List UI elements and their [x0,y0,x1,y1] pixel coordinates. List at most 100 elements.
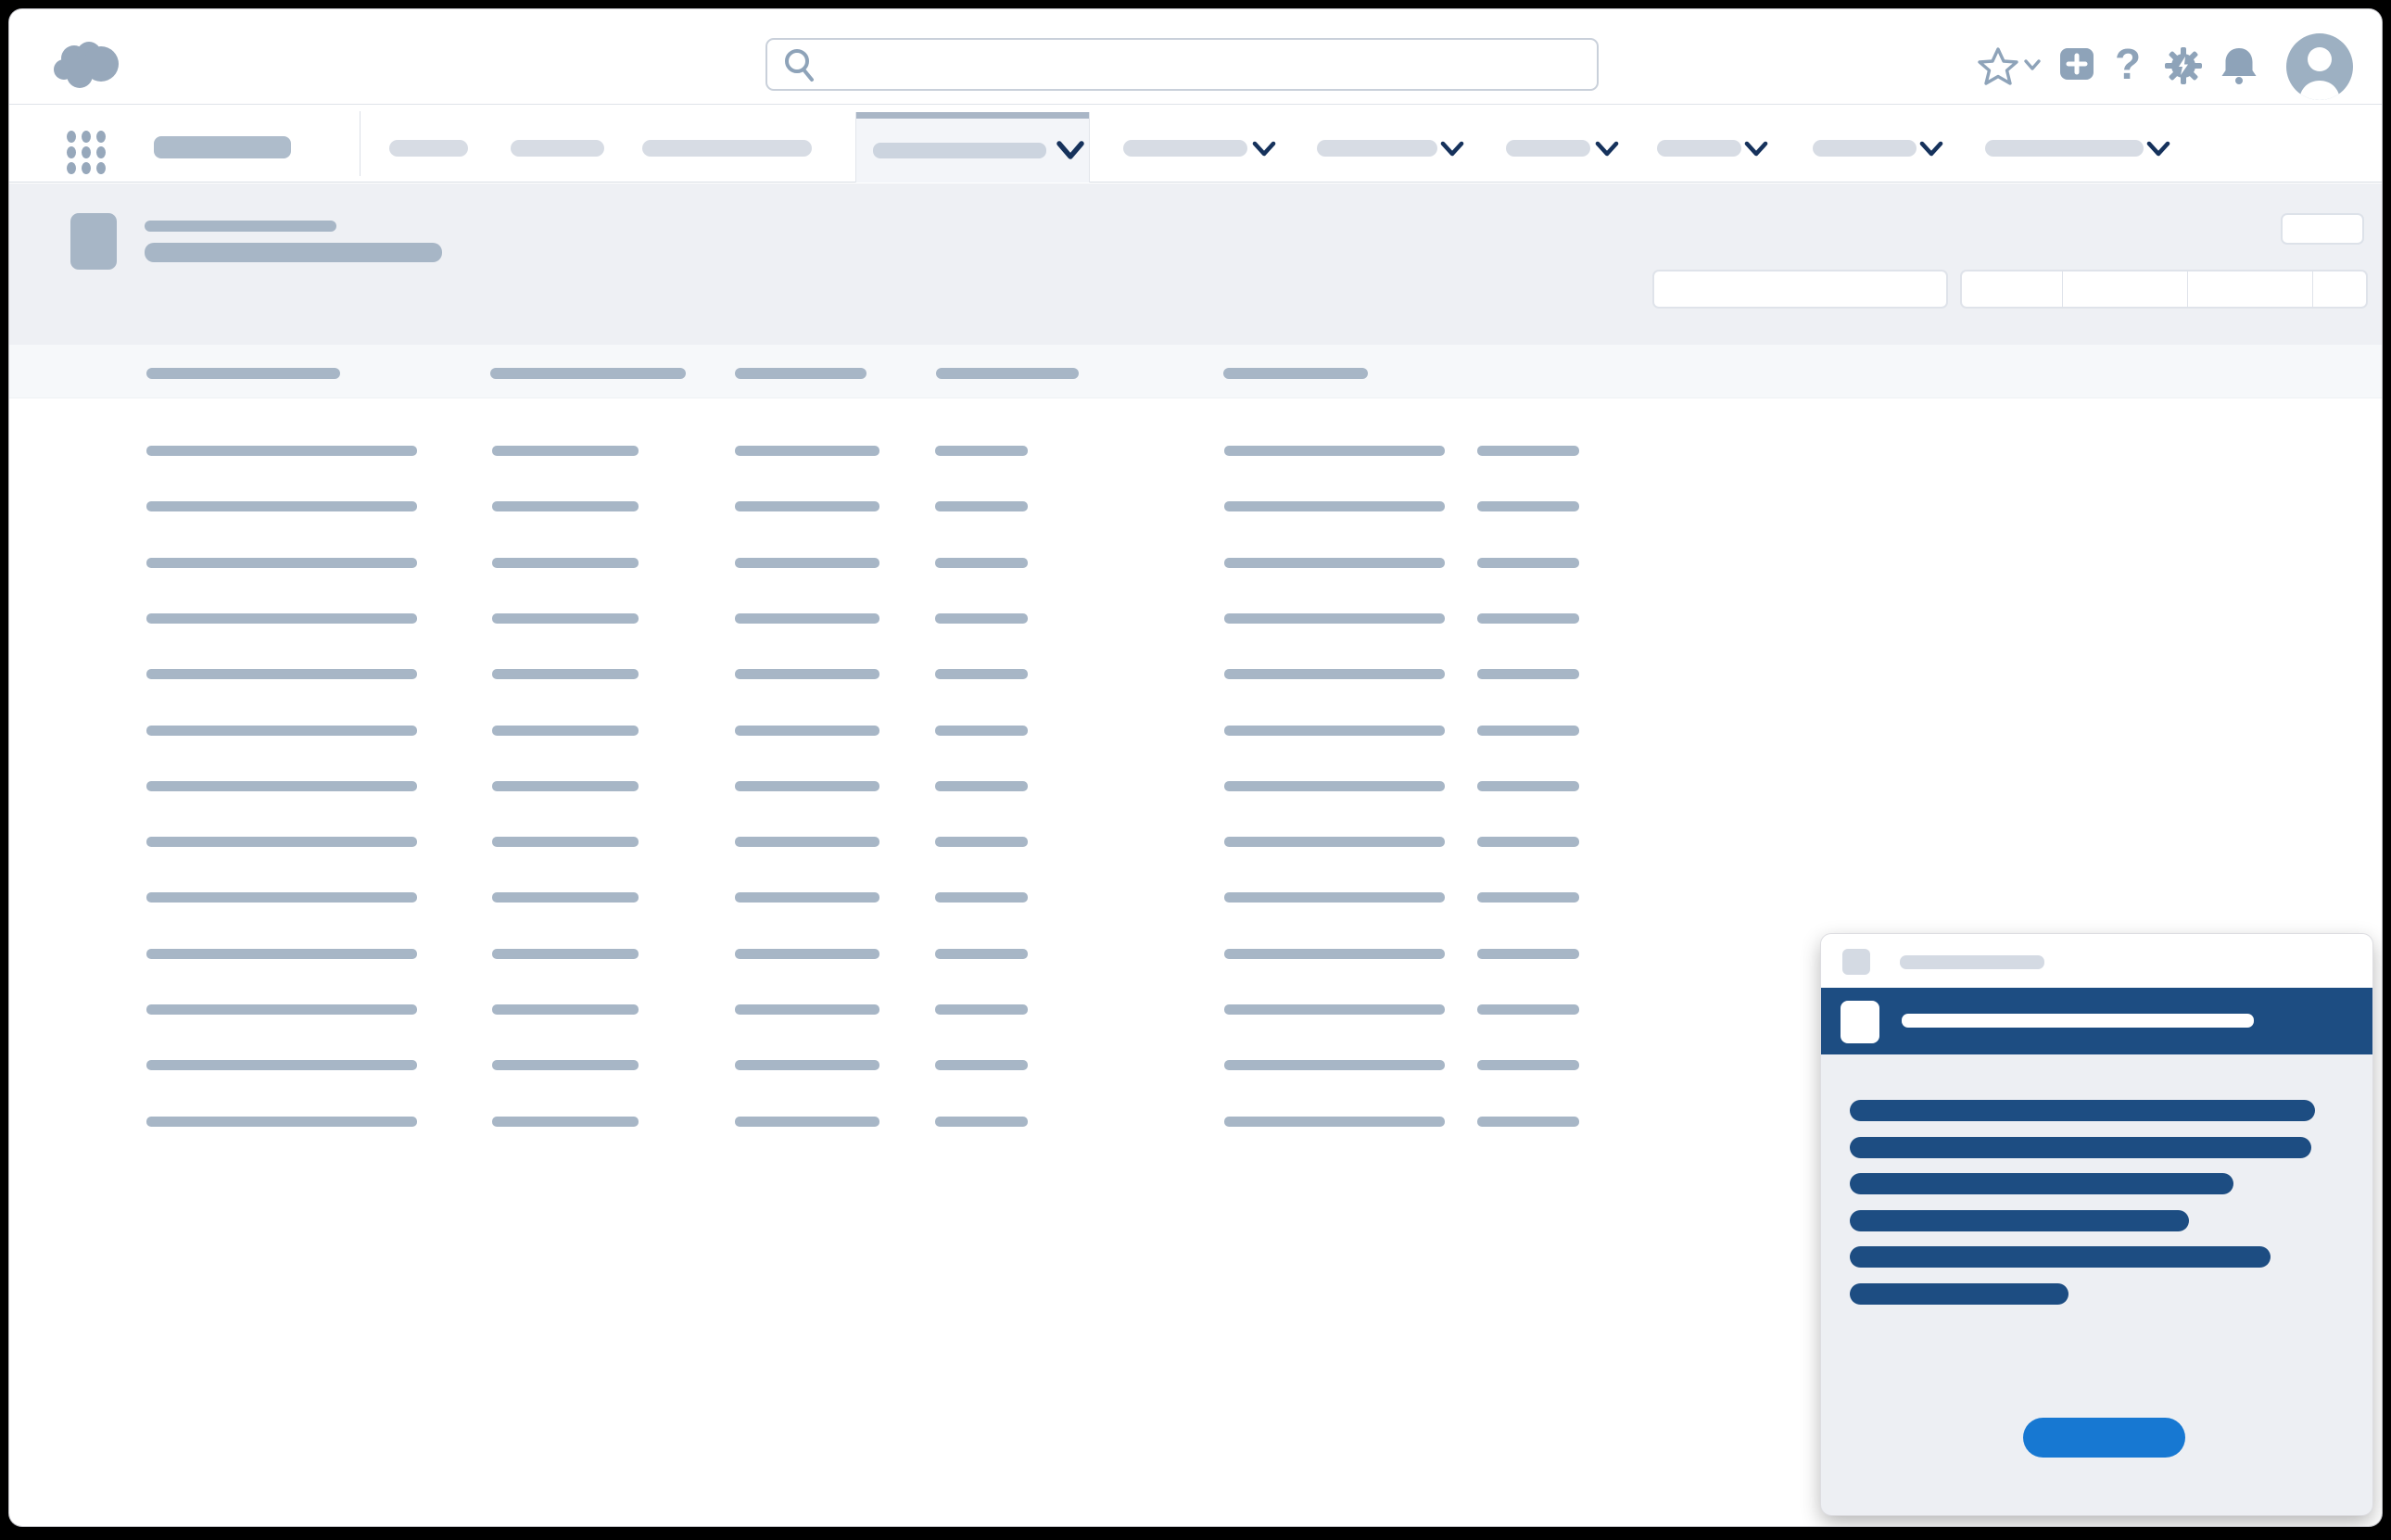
cell-placeholder [935,781,1028,791]
nav-tab-active[interactable] [855,112,1090,183]
cell-placeholder [735,949,879,959]
cell-placeholder [1477,1004,1579,1015]
app-launcher-icon[interactable] [67,131,108,173]
cell-placeholder [1224,669,1445,679]
active-tab-label-placeholder [873,143,1046,158]
user-avatar[interactable] [2286,33,2353,100]
walkthrough-popup [1821,934,2372,1515]
chevron-down-icon[interactable] [1056,141,1084,161]
nav-tab-placeholder[interactable] [511,140,604,157]
cell-placeholder [492,669,639,679]
cell-placeholder [1224,1060,1445,1070]
chevron-down-icon[interactable] [1919,141,1943,158]
favorites-star-icon[interactable] [1978,46,2044,87]
entity-icon-placeholder [70,213,117,270]
cell-placeholder [492,1060,639,1070]
chevron-down-icon[interactable] [1595,141,1619,158]
search-icon [782,47,819,84]
cell-placeholder [146,669,417,679]
global-search-input[interactable] [825,44,1585,85]
cell-placeholder [935,892,1028,903]
cell-placeholder [935,1060,1028,1070]
popup-header-icon-placeholder [1842,949,1870,975]
cell-placeholder [1477,1117,1579,1127]
popup-banner-icon-placeholder [1841,1001,1879,1043]
cell-placeholder [935,949,1028,959]
popup-header [1821,934,2372,988]
cell-placeholder [146,949,417,959]
chevron-down-icon[interactable] [1252,141,1276,158]
notifications-bell-icon[interactable] [2220,46,2258,85]
popup-banner-title-placeholder [1902,1014,2254,1028]
cell-placeholder [935,726,1028,736]
active-tab-accent [856,112,1089,119]
cell-placeholder [1477,446,1579,456]
header-action-button[interactable] [2281,213,2364,245]
page-header [9,183,2382,345]
popup-banner [1821,988,2372,1054]
nav-tab-label-placeholder [1506,140,1590,157]
list-search-input[interactable] [1654,271,1946,307]
cell-placeholder [1224,892,1445,903]
cell-placeholder [935,1117,1028,1127]
cell-placeholder [1477,726,1579,736]
cell-placeholder [146,726,417,736]
list-search-box [1652,270,1948,309]
popup-text-placeholder [1850,1283,2068,1305]
cell-placeholder [1224,1004,1445,1015]
cell-placeholder [146,558,417,568]
cell-placeholder [735,558,879,568]
quick-add-icon[interactable] [2059,47,2094,81]
chevron-down-icon[interactable] [1744,141,1768,158]
list-view-controls-button-group [1960,270,2368,309]
cell-placeholder [146,837,417,847]
popup-text-placeholder [1850,1210,2189,1231]
cell-placeholder [1224,501,1445,511]
nav-tab-placeholder[interactable] [389,140,468,157]
list-control-button[interactable] [2313,271,2366,307]
chevron-down-icon[interactable] [1440,141,1464,158]
cell-placeholder [492,446,639,456]
cell-placeholder [1224,613,1445,624]
cell-placeholder [146,501,417,511]
list-control-button[interactable] [2063,271,2188,307]
cell-placeholder [735,726,879,736]
setup-gear-icon[interactable] [2165,47,2202,84]
popup-text-placeholder [1850,1137,2311,1158]
cell-placeholder [1224,781,1445,791]
cell-placeholder [146,781,417,791]
list-control-button[interactable] [2188,271,2313,307]
cell-placeholder [735,892,879,903]
cell-placeholder [1477,669,1579,679]
cell-placeholder [1477,613,1579,624]
nav-tab-label-placeholder [1317,140,1437,157]
nav-tab-label-placeholder [1123,140,1247,157]
popup-header-title-placeholder [1900,955,2044,969]
column-header-placeholder [735,368,867,379]
cell-placeholder [935,1004,1028,1015]
list-control-button[interactable] [1962,271,2063,307]
cell-placeholder [935,501,1028,511]
cell-placeholder [1477,837,1579,847]
cell-placeholder [735,446,879,456]
cell-placeholder [1224,726,1445,736]
page-subtitle-placeholder [145,243,442,262]
column-header-placeholder [146,368,340,379]
popup-cta-button[interactable] [2023,1418,2185,1458]
help-icon[interactable]: ? [2109,41,2146,87]
chevron-down-icon[interactable] [2146,141,2170,158]
cell-placeholder [935,613,1028,624]
cell-placeholder [735,781,879,791]
cell-placeholder [1224,1117,1445,1127]
cell-placeholder [146,1004,417,1015]
cell-placeholder [492,613,639,624]
cell-placeholder [492,1117,639,1127]
nav-tab-placeholder[interactable] [642,140,812,157]
column-header-placeholder [936,368,1079,379]
cell-placeholder [146,1060,417,1070]
cell-placeholder [492,949,639,959]
cell-placeholder [735,837,879,847]
cell-placeholder [1477,558,1579,568]
nav-tab-label-placeholder [1985,140,2144,157]
cell-placeholder [492,892,639,903]
